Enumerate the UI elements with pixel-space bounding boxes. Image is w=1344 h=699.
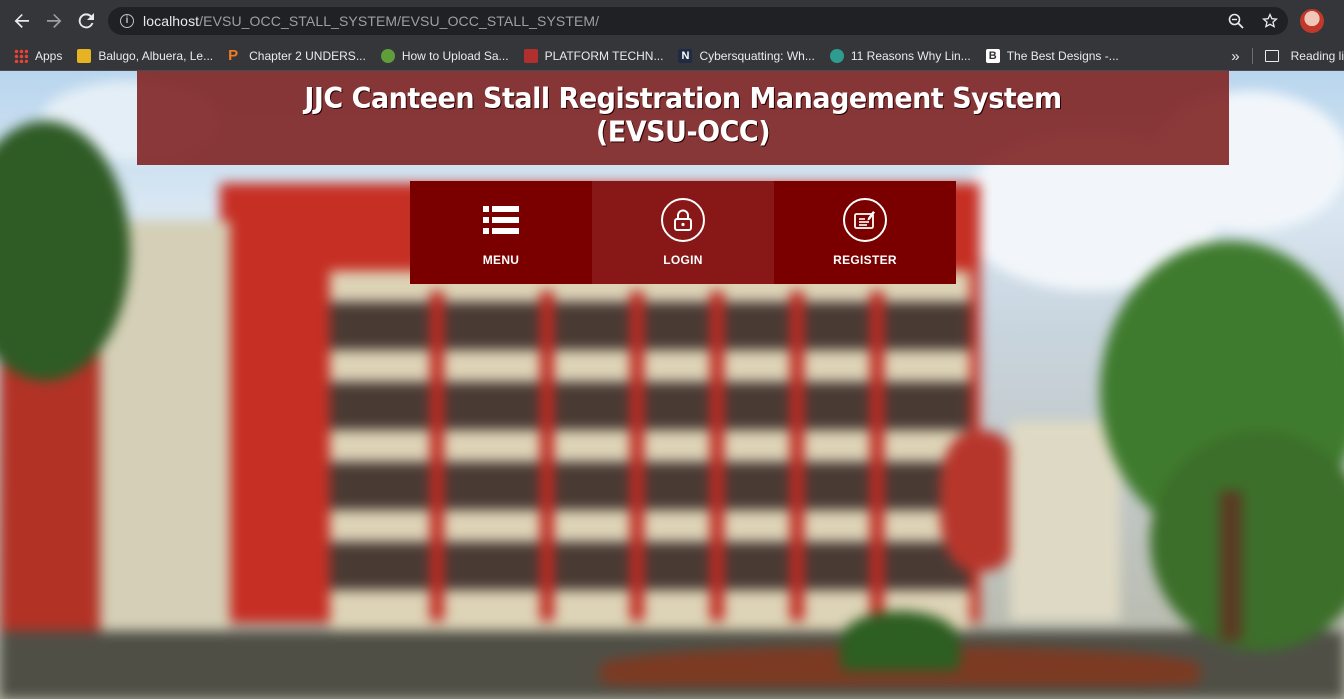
reading-list-icon	[1264, 50, 1279, 62]
bookmark-label: Apps	[35, 48, 63, 63]
n-favicon-icon: N	[678, 48, 693, 63]
main-nav: MENU LOGIN REGISTER	[410, 181, 956, 284]
forward-button[interactable]	[38, 5, 70, 37]
url-text: localhost/EVSU_OCC_STALL_SYSTEM/EVSU_OCC…	[143, 13, 599, 29]
upload-favicon-icon	[380, 48, 395, 63]
gear-favicon-icon	[829, 48, 844, 63]
bookmarks-bar: Apps Balugo, Albuera, Le... P Chapter 2 …	[0, 41, 1344, 71]
menu-label: MENU	[482, 253, 520, 267]
site-header: JJC Canteen Stall Registration Managemen…	[137, 71, 1229, 165]
register-label: REGISTER	[833, 253, 897, 267]
bookmark-label: How to Upload Sa...	[401, 48, 509, 63]
bookmark-label: The Best Designs -...	[1006, 48, 1119, 63]
title-line-2: (EVSU-OCC)	[595, 116, 771, 149]
login-label: LOGIN	[663, 253, 703, 267]
bookmark-balugo[interactable]: Balugo, Albuera, Le...	[77, 48, 214, 63]
bookmark-apps[interactable]: Apps	[14, 48, 63, 63]
p-favicon-icon: P	[228, 46, 239, 64]
bookmark-star-icon[interactable]	[1260, 11, 1280, 31]
back-button[interactable]	[6, 5, 38, 37]
bookmark-label: PLATFORM TECHN...	[544, 48, 664, 63]
reload-button[interactable]	[70, 5, 102, 37]
bookmark-label: Balugo, Albuera, Le...	[98, 48, 214, 63]
bookmark-cybersquatting[interactable]: N Cybersquatting: Wh...	[678, 48, 815, 63]
reload-icon	[78, 12, 94, 28]
list-icon	[483, 197, 519, 243]
bookmark-label: Chapter 2 UNDERS...	[249, 48, 366, 63]
register-card-icon	[843, 198, 887, 242]
background-image	[0, 71, 1344, 699]
bookmark-upload[interactable]: How to Upload Sa...	[380, 48, 509, 63]
zoom-icon[interactable]	[1226, 11, 1246, 31]
apps-grid-icon	[14, 48, 28, 63]
bookmark-platform[interactable]: PLATFORM TECHN...	[523, 48, 664, 63]
bookmarks-overflow-chevron-icon[interactable]: »	[1231, 48, 1239, 65]
page-viewport: JJC Canteen Stall Registration Managemen…	[0, 71, 1344, 699]
url-path: /EVSU_OCC_STALL_SYSTEM/EVSU_OCC_STALL_SY…	[199, 13, 600, 29]
back-arrow-icon	[14, 13, 29, 28]
title-line-1: JJC Canteen Stall Registration Managemen…	[304, 82, 1062, 116]
forward-arrow-icon	[47, 13, 62, 28]
platform-favicon-icon	[523, 48, 538, 63]
register-button[interactable]: REGISTER	[774, 181, 956, 284]
reading-list-button[interactable]: Reading li	[1291, 49, 1344, 63]
lock-icon	[661, 198, 705, 242]
profile-avatar[interactable]	[1300, 9, 1324, 33]
bookmark-label: Cybersquatting: Wh...	[699, 48, 815, 63]
bookmarks-divider	[1251, 48, 1253, 64]
bookmark-label: 11 Reasons Why Lin...	[850, 48, 971, 63]
balugo-favicon-icon	[77, 48, 92, 63]
bookmark-chapter2[interactable]: P Chapter 2 UNDERS...	[228, 46, 366, 64]
menu-button[interactable]: MENU	[410, 181, 592, 284]
address-bar[interactable]: i localhost/EVSU_OCC_STALL_SYSTEM/EVSU_O…	[108, 7, 1288, 35]
page-title: JJC Canteen Stall Registration Managemen…	[137, 71, 1229, 150]
url-host: localhost	[143, 13, 200, 29]
b-favicon-icon: B	[985, 48, 1000, 63]
bookmark-11-reasons[interactable]: 11 Reasons Why Lin...	[829, 48, 971, 63]
browser-toolbar: i localhost/EVSU_OCC_STALL_SYSTEM/EVSU_O…	[0, 0, 1344, 41]
site-info-icon[interactable]: i	[120, 14, 134, 28]
login-button[interactable]: LOGIN	[592, 181, 774, 284]
bookmark-best-designs[interactable]: B The Best Designs -...	[985, 48, 1119, 63]
